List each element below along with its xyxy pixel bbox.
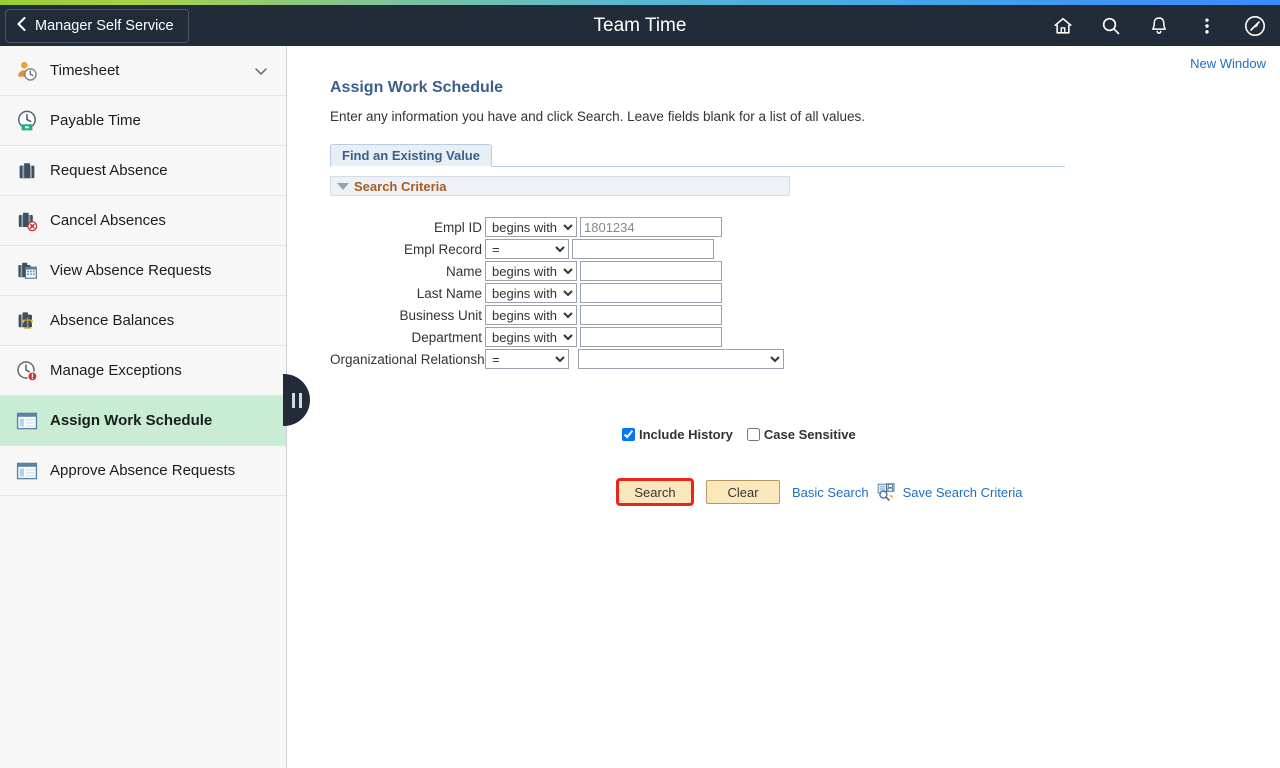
clock-alert-icon (14, 358, 40, 384)
search-field-row-organizational-relationship: Organizational Relationshipbegins withco… (330, 348, 1090, 370)
operator-select-department[interactable]: begins withcontains=not =<<=>>= (485, 327, 577, 347)
field-label-empl-id: Empl ID (433, 219, 482, 235)
back-button-label: Manager Self Service (35, 18, 174, 34)
sidebar-navigation: Timesheet Payable Time Request Absence Canc… (0, 46, 287, 768)
page-instructions: Enter any information you have and click… (330, 109, 866, 124)
briefcase-calendar-icon (14, 258, 40, 284)
search-field-row-empl-record: Empl Recordbegins withcontains=not =<<=>… (330, 238, 1090, 260)
header-icon-group (1046, 5, 1272, 46)
tab-find-an-existing-value[interactable]: Find an Existing Value (330, 144, 492, 167)
search-criteria-label: Search Criteria (354, 178, 447, 194)
sidebar-item-approve-absence-requests[interactable]: Approve Absence Requests (0, 446, 286, 496)
operator-select-organizational-relationship[interactable]: begins withcontains=not =<<=>>= (485, 349, 569, 369)
clear-button[interactable]: Clear (706, 480, 780, 504)
sidebar-item-assign-work-schedule[interactable]: Assign Work Schedule (0, 396, 286, 446)
value-input-empl-id[interactable] (580, 217, 722, 237)
sidebar-item-list: Timesheet Payable Time Request Absence Canc… (0, 46, 286, 496)
search-options-checkboxes: Include History Case Sensitive (622, 427, 870, 442)
briefcase-icon (14, 158, 40, 184)
search-icon[interactable] (1094, 9, 1128, 43)
window-panel-icon (14, 458, 40, 484)
page-heading: Assign Work Schedule (330, 79, 504, 96)
checkbox-input-include-history[interactable] (622, 428, 635, 441)
search-field-row-empl-id: Empl IDbegins withcontains=not =<<=>>= (330, 216, 1090, 238)
operator-select-business-unit[interactable]: begins withcontains=not =<<=>>= (485, 305, 577, 325)
sidebar-item-label: View Absence Requests (50, 262, 212, 279)
collapse-handle-bars-icon (291, 392, 302, 408)
app-header: Manager Self Service Team Time (0, 5, 1280, 46)
operator-select-empl-record[interactable]: begins withcontains=not =<<=>>= (485, 239, 569, 259)
chevron-down-icon[interactable] (254, 64, 268, 78)
value-input-last-name[interactable] (580, 283, 722, 303)
new-window-link[interactable]: New Window (1190, 56, 1266, 71)
sidebar-item-label: Cancel Absences (50, 212, 166, 229)
field-label-department: Department (411, 329, 482, 345)
value-select-organizational-relationship[interactable] (578, 349, 784, 369)
payable-time-clock-icon (14, 108, 40, 134)
sidebar-item-label: Request Absence (50, 162, 168, 179)
search-action-row: Search Clear Basic Search Save Search Cr… (616, 478, 1023, 506)
briefcase-cancel-icon (14, 208, 40, 234)
sidebar-item-request-absence[interactable]: Request Absence (0, 146, 286, 196)
checkbox-label-case-sensitive: Case Sensitive (763, 427, 856, 442)
search-field-row-business-unit: Business Unitbegins withcontains=not =<<… (330, 304, 1090, 326)
back-to-manager-self-service-button[interactable]: Manager Self Service (5, 9, 189, 43)
field-label-organizational-relationship: Organizational Relationship (330, 351, 496, 367)
sidebar-item-label: Absence Balances (50, 312, 175, 329)
sidebar-item-view-absence-requests[interactable]: View Absence Requests (0, 246, 286, 296)
sidebar-empty-area (0, 496, 286, 768)
field-label-last-name: Last Name (416, 285, 482, 301)
checkbox-include-history[interactable]: Include History (622, 427, 733, 442)
sidebar-item-label: Payable Time (50, 112, 141, 129)
timesheet-person-clock-icon (14, 58, 40, 84)
field-label-empl-record: Empl Record (403, 241, 482, 257)
save-search-icon[interactable] (877, 483, 895, 501)
sidebar-item-cancel-absences[interactable]: Cancel Absences (0, 196, 286, 246)
search-criteria-form: Empl IDbegins withcontains=not =<<=>>=Em… (330, 216, 1090, 370)
value-input-name[interactable] (580, 261, 722, 281)
sidebar-item-absence-balances[interactable]: Absence Balances (0, 296, 286, 346)
sidebar-item-label: Manage Exceptions (50, 362, 182, 379)
collapse-triangle-icon (337, 182, 349, 190)
briefcase-scales-icon (14, 308, 40, 334)
operator-select-last-name[interactable]: begins withcontains=not =<<=>>= (485, 283, 577, 303)
search-field-row-department: Departmentbegins withcontains=not =<<=>>… (330, 326, 1090, 348)
window-panel-icon (14, 408, 40, 434)
operator-select-empl-id[interactable]: begins withcontains=not =<<=>>= (485, 217, 577, 237)
search-field-row-name: Namebegins withcontains=not =<<=>>= (330, 260, 1090, 282)
home-icon[interactable] (1046, 9, 1080, 43)
search-field-row-last-name: Last Namebegins withcontains=not =<<=>>= (330, 282, 1090, 304)
field-label-business-unit: Business Unit (399, 307, 482, 323)
sidebar-item-label: Approve Absence Requests (50, 462, 236, 479)
tab-bar: Find an Existing Value (330, 144, 1065, 167)
sidebar-item-label: Timesheet (50, 62, 120, 79)
sidebar-item-payable-time[interactable]: Payable Time (0, 96, 286, 146)
field-label-name: Name (445, 263, 482, 279)
main-content: New Window Assign Work Schedule Enter an… (288, 46, 1280, 768)
sidebar-item-manage-exceptions[interactable]: Manage Exceptions (0, 346, 286, 396)
sidebar-item-label: Assign Work Schedule (50, 412, 213, 429)
search-button[interactable]: Search (616, 478, 694, 506)
basic-search-link[interactable]: Basic Search (792, 485, 869, 500)
checkbox-label-include-history: Include History (639, 427, 733, 442)
checkbox-case-sensitive[interactable]: Case Sensitive (746, 427, 856, 442)
actions-kebab-icon[interactable] (1190, 9, 1224, 43)
chevron-left-icon (16, 16, 27, 36)
operator-select-name[interactable]: begins withcontains=not =<<=>>= (485, 261, 577, 281)
notifications-bell-icon[interactable] (1142, 9, 1176, 43)
value-input-empl-record[interactable] (572, 239, 714, 259)
value-input-business-unit[interactable] (580, 305, 722, 325)
value-input-department[interactable] (580, 327, 722, 347)
checkbox-input-case-sensitive[interactable] (746, 428, 760, 441)
save-search-criteria-link[interactable]: Save Search Criteria (903, 485, 1023, 500)
search-criteria-section-header[interactable]: Search Criteria (330, 176, 790, 196)
sidebar-item-timesheet[interactable]: Timesheet (0, 46, 286, 96)
navbar-compass-icon[interactable] (1238, 9, 1272, 43)
